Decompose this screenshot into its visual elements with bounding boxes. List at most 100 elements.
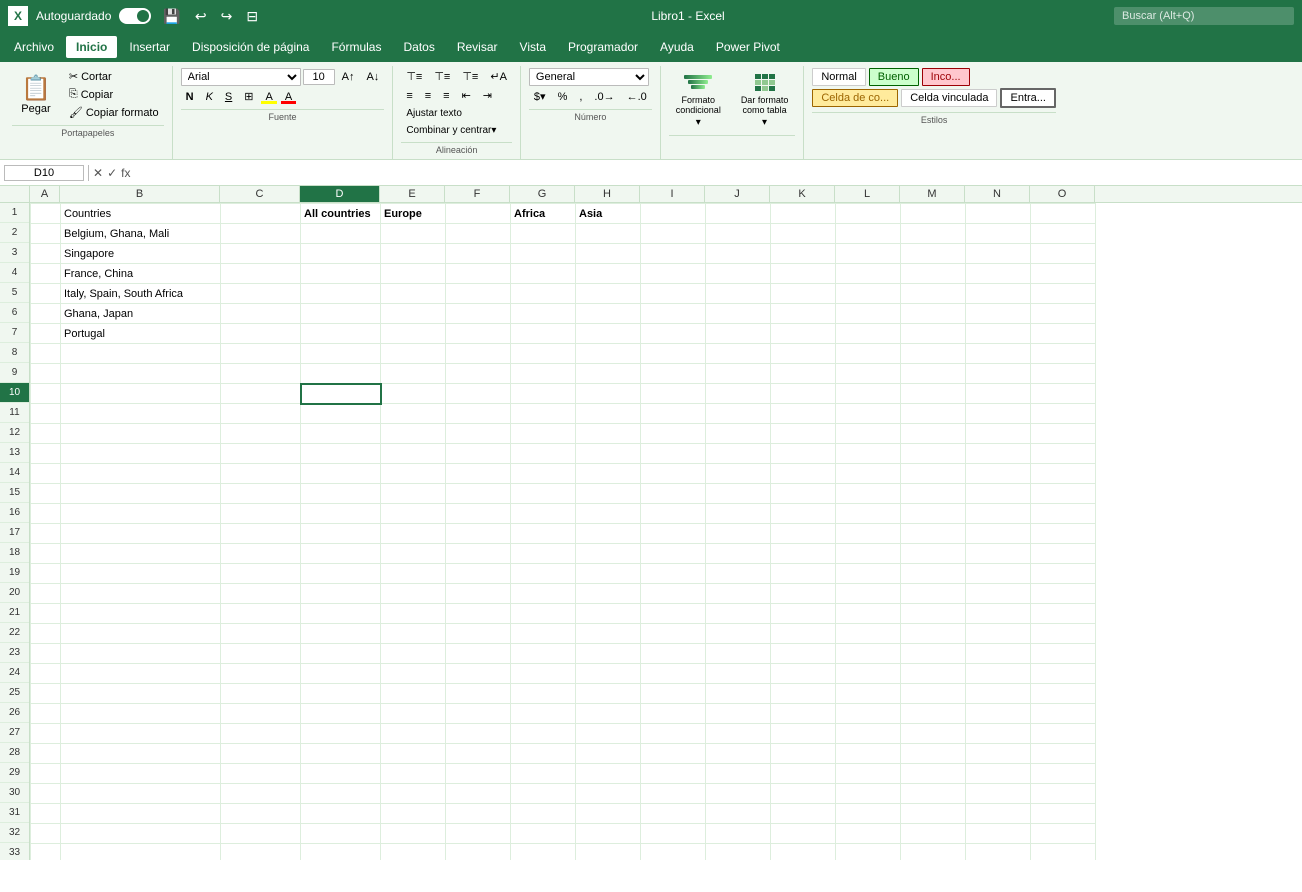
cell-J1[interactable]	[706, 204, 771, 224]
cell-O4[interactable]	[1031, 264, 1096, 284]
cell-A27[interactable]	[31, 724, 61, 744]
cell-M25[interactable]	[901, 684, 966, 704]
cell-D5[interactable]	[301, 284, 381, 304]
cell-L13[interactable]	[836, 444, 901, 464]
cell-F16[interactable]	[446, 504, 511, 524]
cell-I3[interactable]	[641, 244, 706, 264]
bold-button[interactable]: N	[181, 89, 199, 105]
cell-A4[interactable]	[31, 264, 61, 284]
cell-N4[interactable]	[966, 264, 1031, 284]
cell-G31[interactable]	[511, 804, 576, 824]
cell-O6[interactable]	[1031, 304, 1096, 324]
cell-C29[interactable]	[221, 764, 301, 784]
cell-I25[interactable]	[641, 684, 706, 704]
filter-icon[interactable]: ⊟	[242, 6, 262, 27]
cell-M10[interactable]	[901, 384, 966, 404]
cell-A8[interactable]	[31, 344, 61, 364]
cell-C22[interactable]	[221, 624, 301, 644]
italic-button[interactable]: K	[201, 89, 218, 105]
cell-N30[interactable]	[966, 784, 1031, 804]
cell-H33[interactable]	[576, 844, 641, 861]
cell-N31[interactable]	[966, 804, 1031, 824]
cell-C1[interactable]	[221, 204, 301, 224]
cell-O15[interactable]	[1031, 484, 1096, 504]
cell-N3[interactable]	[966, 244, 1031, 264]
cell-D1[interactable]: All countries	[301, 204, 381, 224]
cell-L19[interactable]	[836, 564, 901, 584]
cell-G30[interactable]	[511, 784, 576, 804]
cell-I19[interactable]	[641, 564, 706, 584]
style-vinculada[interactable]: Celda vinculada	[901, 89, 997, 107]
cell-M15[interactable]	[901, 484, 966, 504]
cell-B32[interactable]	[61, 824, 221, 844]
cell-B2[interactable]: Belgium, Ghana, Mali	[61, 224, 221, 244]
cell-O8[interactable]	[1031, 344, 1096, 364]
cell-I18[interactable]	[641, 544, 706, 564]
cell-M6[interactable]	[901, 304, 966, 324]
cell-L21[interactable]	[836, 604, 901, 624]
cell-M1[interactable]	[901, 204, 966, 224]
cell-A23[interactable]	[31, 644, 61, 664]
cell-I4[interactable]	[641, 264, 706, 284]
comma-button[interactable]: ,	[574, 89, 587, 105]
cell-J17[interactable]	[706, 524, 771, 544]
cell-L18[interactable]	[836, 544, 901, 564]
cell-L7[interactable]	[836, 324, 901, 344]
cell-L25[interactable]	[836, 684, 901, 704]
cell-D11[interactable]	[301, 404, 381, 424]
cell-J6[interactable]	[706, 304, 771, 324]
cell-I14[interactable]	[641, 464, 706, 484]
row-number-15[interactable]: 15	[0, 483, 29, 503]
cell-G2[interactable]	[511, 224, 576, 244]
cell-J13[interactable]	[706, 444, 771, 464]
cell-G7[interactable]	[511, 324, 576, 344]
cell-H13[interactable]	[576, 444, 641, 464]
style-entrada[interactable]: Entra...	[1000, 88, 1055, 108]
cell-F26[interactable]	[446, 704, 511, 724]
cell-N19[interactable]	[966, 564, 1031, 584]
cell-J15[interactable]	[706, 484, 771, 504]
cell-N15[interactable]	[966, 484, 1031, 504]
cell-C15[interactable]	[221, 484, 301, 504]
col-header-l[interactable]: L	[835, 186, 900, 202]
merge-dropdown-icon[interactable]: ▾	[491, 125, 496, 136]
cell-K7[interactable]	[771, 324, 836, 344]
cell-H26[interactable]	[576, 704, 641, 724]
cell-A28[interactable]	[31, 744, 61, 764]
cell-G26[interactable]	[511, 704, 576, 724]
cell-F2[interactable]	[446, 224, 511, 244]
cell-G32[interactable]	[511, 824, 576, 844]
cell-I33[interactable]	[641, 844, 706, 861]
row-number-11[interactable]: 11	[0, 403, 29, 423]
cell-D4[interactable]	[301, 264, 381, 284]
cell-G1[interactable]: Africa	[511, 204, 576, 224]
cell-E16[interactable]	[381, 504, 446, 524]
cell-A6[interactable]	[31, 304, 61, 324]
col-header-a[interactable]: A	[30, 186, 60, 202]
cell-H12[interactable]	[576, 424, 641, 444]
cell-M27[interactable]	[901, 724, 966, 744]
cell-C25[interactable]	[221, 684, 301, 704]
cell-K3[interactable]	[771, 244, 836, 264]
cell-C17[interactable]	[221, 524, 301, 544]
cell-D27[interactable]	[301, 724, 381, 744]
increase-decimal-button[interactable]: .0→	[589, 89, 619, 105]
cell-F33[interactable]	[446, 844, 511, 861]
cell-G33[interactable]	[511, 844, 576, 861]
cell-G27[interactable]	[511, 724, 576, 744]
cell-G10[interactable]	[511, 384, 576, 404]
col-header-g[interactable]: G	[510, 186, 575, 202]
row-number-18[interactable]: 18	[0, 543, 29, 563]
cell-M14[interactable]	[901, 464, 966, 484]
cell-F19[interactable]	[446, 564, 511, 584]
cell-G21[interactable]	[511, 604, 576, 624]
cell-L26[interactable]	[836, 704, 901, 724]
cell-A3[interactable]	[31, 244, 61, 264]
cell-O26[interactable]	[1031, 704, 1096, 724]
cell-I26[interactable]	[641, 704, 706, 724]
cell-J8[interactable]	[706, 344, 771, 364]
col-header-k[interactable]: K	[770, 186, 835, 202]
cell-D23[interactable]	[301, 644, 381, 664]
col-header-c[interactable]: C	[220, 186, 300, 202]
row-number-27[interactable]: 27	[0, 723, 29, 743]
